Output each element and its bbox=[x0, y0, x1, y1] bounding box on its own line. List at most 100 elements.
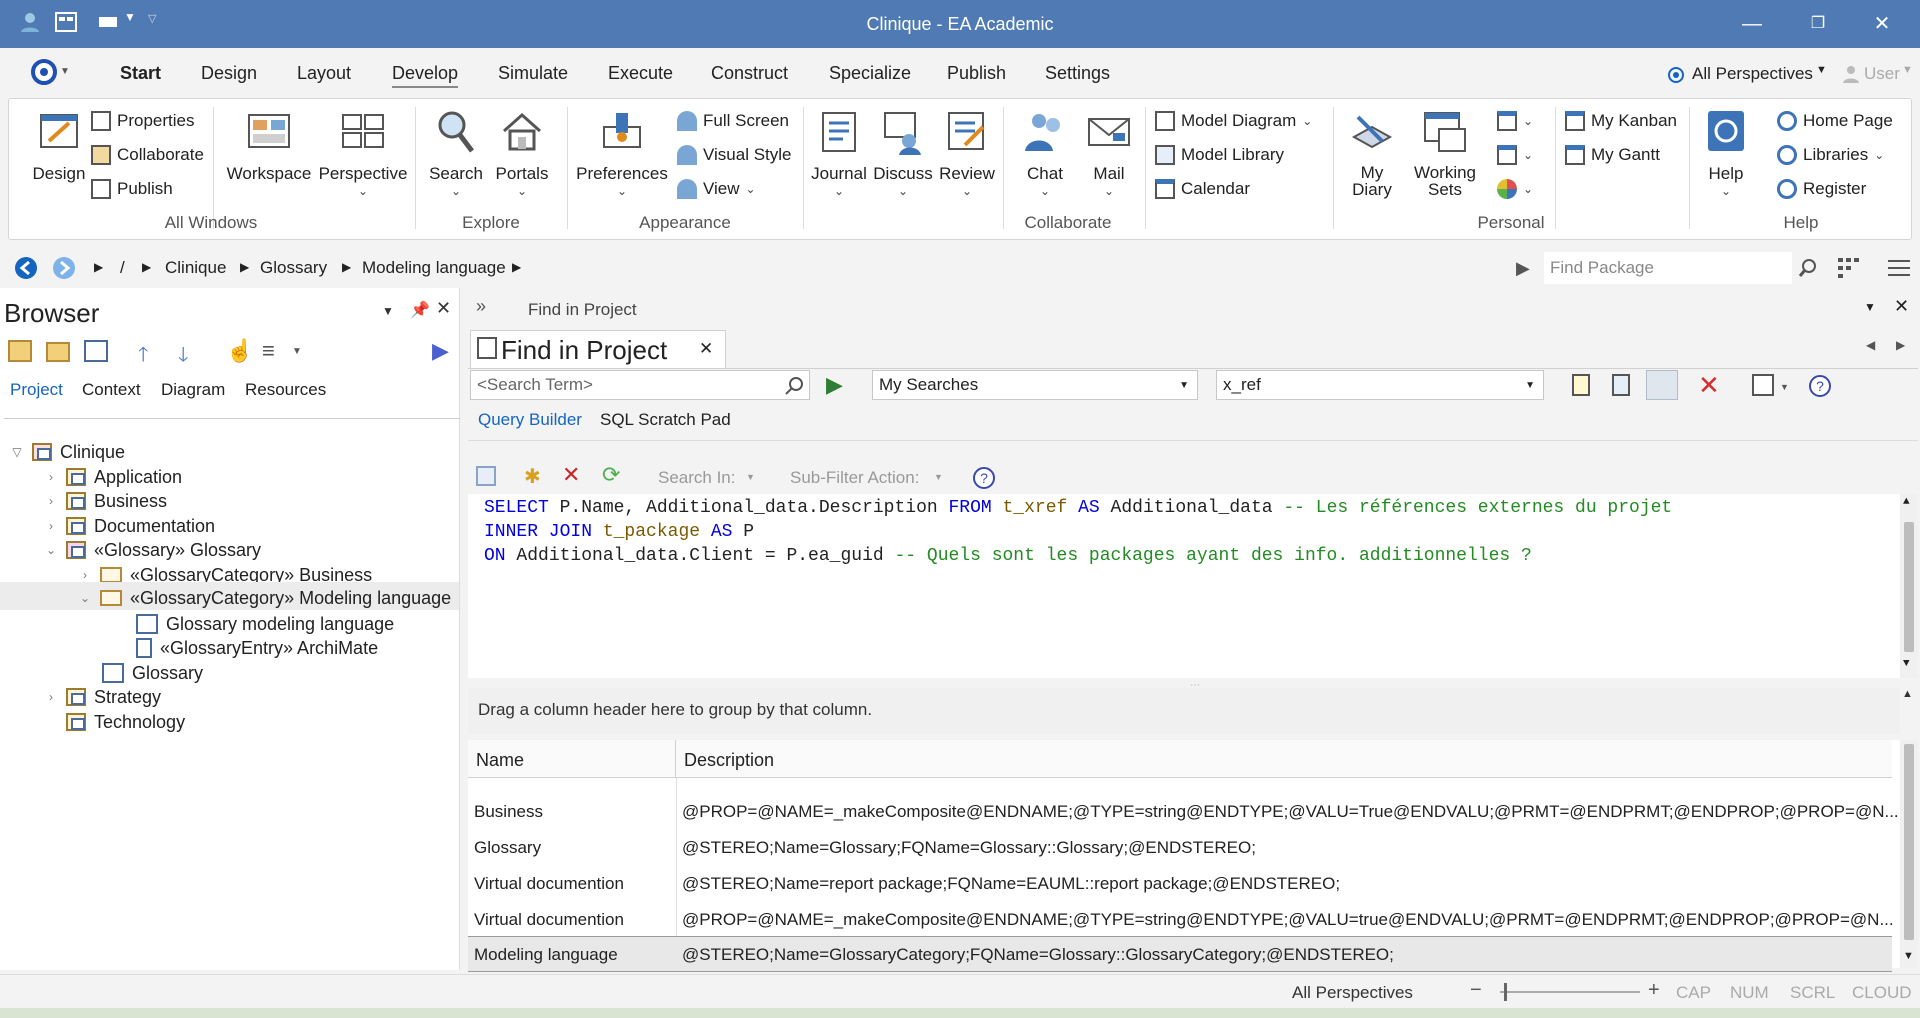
design-button[interactable]: Design bbox=[21, 107, 97, 184]
close-icon[interactable]: ✕ bbox=[699, 339, 713, 359]
scroll-thumb[interactable] bbox=[1904, 522, 1914, 652]
tab-project[interactable]: Project bbox=[10, 380, 63, 400]
tab-publish[interactable]: Publish bbox=[947, 63, 1006, 84]
user-label[interactable]: User bbox=[1864, 64, 1900, 84]
table-row[interactable]: Glossary @STEREO;Name=Glossary;FQName=Glo… bbox=[468, 830, 1892, 866]
chevron-right-icon[interactable]: ▶ bbox=[342, 260, 351, 274]
tab-specialize[interactable]: Specialize bbox=[829, 63, 911, 84]
close-button[interactable]: ✕ bbox=[1862, 8, 1902, 40]
new-search-icon[interactable] bbox=[1572, 374, 1590, 396]
chevron-down-icon[interactable]: ▼ bbox=[60, 66, 70, 77]
zoom-slider[interactable] bbox=[1500, 991, 1640, 993]
chevron-down-icon[interactable]: ▽ bbox=[10, 445, 24, 459]
search-icon[interactable] bbox=[1798, 258, 1818, 278]
new-package-icon[interactable] bbox=[8, 340, 32, 362]
journal-button[interactable]: Journal ⌄ bbox=[807, 107, 871, 198]
tab-design[interactable]: Design bbox=[201, 63, 257, 84]
grid-scrollbar[interactable]: ▼ bbox=[1900, 740, 1918, 968]
chevron-down-icon[interactable]: ▼ bbox=[1864, 300, 1876, 314]
chevron-right-icon[interactable]: ▶ bbox=[94, 260, 103, 274]
chat-button[interactable]: Chat ⌄ bbox=[1013, 107, 1077, 198]
tree-item[interactable]: › Business bbox=[44, 487, 167, 515]
tab-start[interactable]: Start bbox=[120, 63, 161, 84]
visual-style-button[interactable]: Visual Style bbox=[677, 145, 792, 165]
chevron-right-icon[interactable]: › bbox=[78, 568, 92, 582]
scroll-right-icon[interactable]: ▶ bbox=[1896, 338, 1905, 352]
collaborate-button[interactable]: Collaborate bbox=[91, 145, 204, 165]
table-row-selected[interactable]: Modeling language @STEREO;Name=GlossaryCa… bbox=[468, 936, 1892, 972]
help-icon[interactable]: ? bbox=[1808, 374, 1832, 398]
chevron-down-icon[interactable]: ⌄ bbox=[44, 543, 58, 557]
window-layout-button[interactable]: ⌄ bbox=[1497, 111, 1533, 131]
menu-icon[interactable] bbox=[1888, 258, 1910, 278]
run-icon[interactable]: ▶ bbox=[826, 372, 843, 398]
back-icon[interactable] bbox=[14, 256, 38, 280]
refresh-icon[interactable]: ⟳ bbox=[602, 462, 620, 488]
column-header-description[interactable]: Description bbox=[676, 740, 1892, 778]
my-gantt-button[interactable]: My Gantt bbox=[1565, 145, 1660, 165]
scroll-left-icon[interactable]: ◀ bbox=[1866, 338, 1875, 352]
my-kanban-button[interactable]: My Kanban bbox=[1565, 111, 1677, 131]
scroll-up-icon[interactable]: ▲ bbox=[1902, 688, 1913, 700]
save-icon[interactable] bbox=[476, 466, 496, 486]
search-term-input[interactable]: <Search Term> bbox=[470, 370, 810, 400]
model-diagram-button[interactable]: Model Diagram ⌄ bbox=[1155, 111, 1312, 131]
edit-search-button[interactable] bbox=[1646, 370, 1678, 400]
perspectives-dropdown[interactable]: All Perspectives bbox=[1692, 64, 1813, 84]
breadcrumb-item[interactable]: Modeling language bbox=[362, 258, 506, 278]
sql-scrollbar[interactable]: ▲ ▼ bbox=[1900, 494, 1918, 678]
play-icon[interactable]: ▶ bbox=[432, 338, 449, 364]
palette-button[interactable]: ⌄ bbox=[1497, 179, 1533, 199]
delete-icon[interactable]: ✕ bbox=[1698, 370, 1720, 401]
zoom-slider-thumb[interactable] bbox=[1504, 983, 1507, 1001]
layout-icon[interactable] bbox=[1752, 374, 1774, 396]
chevron-down-icon[interactable]: ▼ bbox=[1902, 64, 1913, 76]
review-button[interactable]: Review ⌄ bbox=[935, 107, 999, 198]
minimize-button[interactable]: — bbox=[1732, 8, 1772, 40]
tree-item[interactable]: › Strategy bbox=[44, 683, 161, 711]
chevron-right-icon[interactable]: › bbox=[44, 519, 58, 533]
register-button[interactable]: Register bbox=[1777, 179, 1866, 199]
model-library-button[interactable]: Model Library bbox=[1155, 145, 1284, 165]
close-icon[interactable]: ✕ bbox=[436, 298, 451, 319]
table-row[interactable]: Business @PROP=@NAME=_makeComposite@ENDNA… bbox=[468, 794, 1899, 830]
zoom-in-button[interactable]: + bbox=[1648, 979, 1660, 1002]
mail-button[interactable]: Mail ⌄ bbox=[1077, 107, 1141, 198]
find-package-input[interactable]: Find Package bbox=[1544, 252, 1792, 284]
tab-layout[interactable]: Layout bbox=[297, 63, 351, 84]
home-page-button[interactable]: Home Page bbox=[1777, 111, 1893, 131]
tab-sql-scratch-pad[interactable]: SQL Scratch Pad bbox=[600, 410, 731, 430]
sql-editor[interactable]: SELECT P.Name, Additional_data.Descripti… bbox=[468, 494, 1918, 678]
table-row[interactable]: Virtual documention @PROP=@NAME=_makeComp… bbox=[468, 902, 1894, 938]
folder-icon[interactable] bbox=[46, 342, 70, 362]
perspective-button[interactable]: Perspective ⌄ bbox=[317, 107, 409, 198]
tab-diagram[interactable]: Diagram bbox=[161, 380, 225, 400]
chevron-right-icon[interactable]: ▶ bbox=[512, 260, 521, 274]
restore-button[interactable]: ❐ bbox=[1798, 8, 1838, 40]
scroll-down-icon[interactable]: ▼ bbox=[1903, 950, 1914, 962]
tab-construct[interactable]: Construct bbox=[711, 63, 788, 84]
close-icon[interactable]: ✕ bbox=[1894, 296, 1909, 317]
tab-settings[interactable]: Settings bbox=[1045, 63, 1110, 84]
tab-resources[interactable]: Resources bbox=[245, 380, 326, 400]
tab-develop[interactable]: Develop bbox=[392, 63, 459, 88]
chevron-down-icon[interactable]: ▼ bbox=[746, 472, 755, 482]
tab-context[interactable]: Context bbox=[82, 380, 141, 400]
libraries-button[interactable]: Libraries ⌄ bbox=[1777, 145, 1884, 165]
working-sets-button[interactable]: Working Sets bbox=[1407, 107, 1483, 198]
status-perspectives[interactable]: All Perspectives bbox=[1292, 983, 1413, 1003]
chevron-down-icon[interactable]: ▼ bbox=[1816, 64, 1827, 76]
search-name-select[interactable]: x_ref ▼ bbox=[1216, 370, 1544, 400]
column-header-name[interactable]: Name bbox=[468, 740, 676, 778]
pin-icon[interactable]: 📌 bbox=[410, 300, 430, 320]
tab-execute[interactable]: Execute bbox=[608, 63, 673, 84]
chevron-down-icon[interactable]: ▼ bbox=[292, 346, 302, 357]
chevron-right-icon[interactable]: › bbox=[44, 494, 58, 508]
search-icon[interactable] bbox=[784, 376, 804, 396]
search-in-dropdown[interactable]: Search In: bbox=[658, 468, 736, 488]
my-diary-button[interactable]: My Diary bbox=[1339, 107, 1405, 198]
forward-icon[interactable] bbox=[52, 256, 76, 280]
chevron-down-icon[interactable]: ▼ bbox=[1780, 382, 1789, 392]
subfilter-dropdown[interactable]: Sub-Filter Action: bbox=[790, 468, 919, 488]
calendar-button[interactable]: Calendar bbox=[1155, 179, 1250, 199]
